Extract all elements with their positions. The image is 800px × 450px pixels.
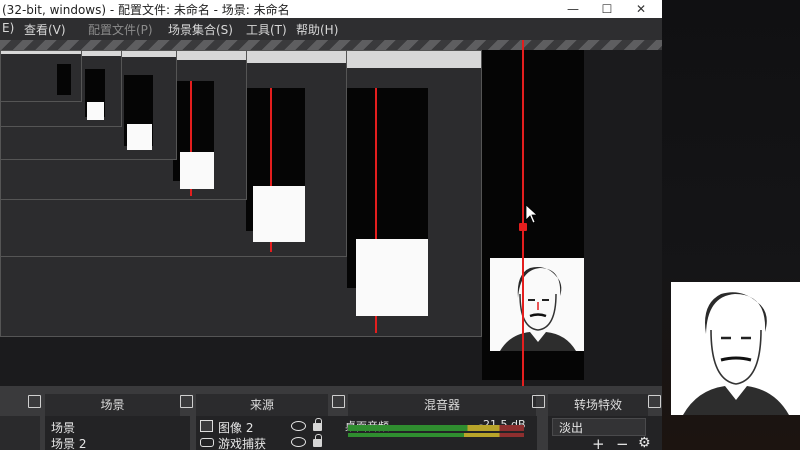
menu-profile[interactable]: 配置文件(P) <box>88 21 153 38</box>
scene-list-gutter <box>0 416 40 450</box>
scene-item[interactable]: 场景 2 <box>51 435 86 450</box>
window-title: (32-bit, windows) - 配置文件: 未命名 - 场景: 未命名 <box>2 3 290 17</box>
menu-edit[interactable]: E) <box>2 21 14 35</box>
face-illustration <box>683 292 789 415</box>
face-image-source[interactable] <box>490 258 584 351</box>
dock-float-icon[interactable] <box>180 395 193 408</box>
menu-tools[interactable]: 工具(T) <box>246 21 287 38</box>
nested-titlebar <box>1 51 81 54</box>
title-bar: (32-bit, windows) - 配置文件: 未命名 - 场景: 未命名 … <box>0 0 662 18</box>
mouse-cursor-icon <box>525 204 539 224</box>
menu-view[interactable]: 查看(V) <box>24 21 66 38</box>
image-source-icon <box>200 420 213 432</box>
obs-window: (32-bit, windows) - 配置文件: 未命名 - 场景: 未命名 … <box>0 0 662 450</box>
nested-black-pane <box>57 64 71 95</box>
sources-dock-header: 来源 <box>196 394 328 416</box>
game-capture-icon <box>200 438 214 447</box>
source-item[interactable]: 图像 2 <box>218 419 253 436</box>
dock-float-icon[interactable] <box>648 395 661 408</box>
menu-help[interactable]: 帮助(H) <box>296 21 338 38</box>
transition-selected-value: 淡出 <box>559 421 584 435</box>
add-transition-button[interactable]: + <box>592 435 605 450</box>
dock-float-icon[interactable] <box>332 395 345 408</box>
maximize-button[interactable]: ☐ <box>590 0 624 18</box>
nested-face-image <box>356 239 429 317</box>
lock-icon[interactable] <box>313 434 322 447</box>
close-button[interactable]: ✕ <box>624 0 658 18</box>
transitions-panel: 淡出 + − ⚙ <box>548 416 662 450</box>
source-item[interactable]: 游戏捕获 <box>218 435 266 450</box>
audio-meter-secondary <box>348 433 524 437</box>
minimize-button[interactable]: — <box>556 0 590 18</box>
menu-scene-collection[interactable]: 场景集合(S) <box>168 21 233 38</box>
dock-float-icon[interactable] <box>532 395 545 408</box>
preview-area <box>0 50 662 386</box>
nested-face-image <box>252 186 305 242</box>
scenes-dock-header: 场景 <box>45 394 180 416</box>
nested-face-image <box>87 102 105 120</box>
audio-meter <box>348 425 524 431</box>
visibility-icon[interactable] <box>291 421 306 431</box>
red-guide-line <box>522 40 524 386</box>
transition-select[interactable]: 淡出 <box>552 418 646 436</box>
transitions-dock-header: 转场特效 <box>548 394 648 416</box>
lock-icon[interactable] <box>313 418 322 431</box>
nested-face-image <box>127 124 152 151</box>
dock-float-icon[interactable] <box>28 395 41 408</box>
remove-transition-button[interactable]: − <box>616 435 629 450</box>
dock-area: 场景 来源 混音器 转场特效 场景 场景 2 图像 2 游戏捕获 桌面音频 -2… <box>0 386 662 450</box>
scene-item[interactable]: 场景 <box>51 419 75 436</box>
face-illustration <box>500 267 576 351</box>
nested-face-image <box>179 151 215 189</box>
gear-icon[interactable]: ⚙ <box>638 435 651 450</box>
mixer-dock-header: 混音器 <box>348 394 536 416</box>
sources-list: 图像 2 游戏捕获 <box>196 416 341 450</box>
preview-border <box>0 40 662 50</box>
menu-bar: E) 查看(V) 配置文件(P) 场景集合(S) 工具(T) 帮助(H) <box>0 18 662 40</box>
visibility-icon[interactable] <box>291 437 306 447</box>
nested-frame <box>0 50 82 102</box>
scenes-list: 场景 场景 2 <box>45 416 190 450</box>
red-resize-handle[interactable] <box>519 223 527 231</box>
webcam-overlay <box>671 282 800 415</box>
